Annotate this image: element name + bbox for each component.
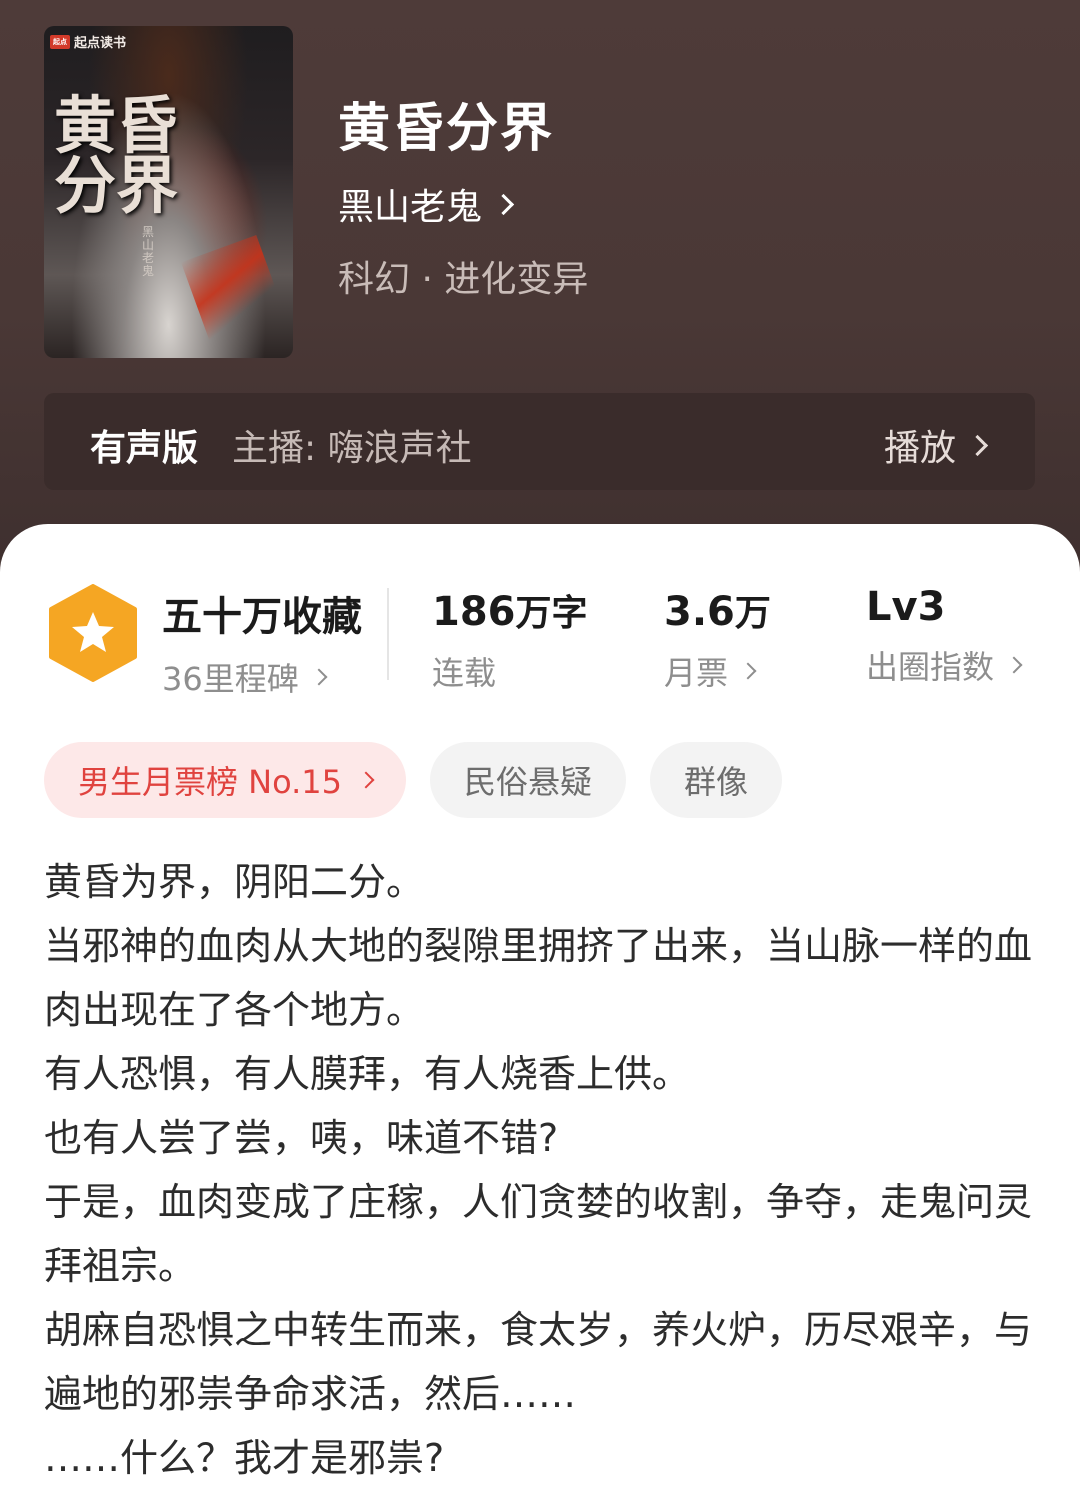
cover-artwork	[181, 235, 287, 347]
book-header: 起点 起点读书 黄昏分界 黑山老鬼 黄昏分界 黑山老鬼 科幻 · 进化变异 有声…	[0, 0, 1080, 560]
chevron-right-icon	[310, 668, 328, 686]
word-count-unit: 万字	[515, 593, 588, 634]
monthly-votes-unit: 万	[734, 593, 771, 634]
ranking-tag[interactable]: 男生月票榜 No.15	[44, 742, 407, 818]
popularity-level: Lv3	[866, 584, 946, 630]
serial-status: 连载	[432, 654, 497, 692]
chevron-right-icon	[966, 434, 989, 456]
synopsis-line: ……什么？我才是邪祟?	[44, 1436, 445, 1480]
synopsis-line: 当邪神的血肉从大地的裂隙里拥挤了出来，当山脉一样的血肉出现在了各个地方。	[44, 924, 1033, 1032]
synopsis[interactable]: 黄昏为界，阴阳二分。 当邪神的血肉从大地的裂隙里拥挤了出来，当山脉一样的血肉出现…	[44, 850, 1034, 1490]
play-button[interactable]: 播放	[883, 419, 989, 471]
genre-tag-folklore[interactable]: 民俗悬疑	[430, 742, 627, 818]
chevron-right-icon	[1005, 656, 1023, 674]
word-count-value: 186	[432, 589, 516, 635]
milestones-text: 36里程碑	[162, 660, 299, 698]
favorites-count: 五十万收藏	[162, 594, 362, 640]
cover-brand-logo: 起点 起点读书	[50, 32, 126, 51]
book-cover[interactable]: 起点 起点读书 黄昏分界 黑山老鬼	[44, 26, 293, 358]
tag-label: 群像	[684, 763, 749, 801]
synopsis-line: 有人恐惧，有人膜拜，有人烧香上供。	[44, 1052, 691, 1096]
synopsis-line: 于是，血肉变成了庄稼，人们贪婪的收割，争夺，走鬼问灵拜祖宗。	[44, 1180, 1033, 1288]
audio-edition-label: 有声版	[90, 428, 199, 469]
tag-label: 民俗悬疑	[464, 763, 593, 801]
audio-host: 主播: 嗨浪声社	[232, 428, 472, 469]
word-count-stat: 186万字 连载	[432, 584, 588, 694]
stats-divider	[387, 588, 389, 680]
author-link[interactable]: 黑山老鬼	[338, 178, 515, 230]
synopsis-line: 胡麻自恐惧之中转生而来，食太岁，养火炉，历尽艰辛，与遍地的邪祟争命求活，然后……	[44, 1308, 1033, 1416]
cover-title: 黄昏分界	[54, 89, 179, 222]
favorites-stat[interactable]: 五十万收藏 36里程碑	[162, 584, 362, 700]
genre-text: 科幻 · 进化变异	[338, 259, 589, 300]
chevron-right-icon	[357, 771, 375, 789]
monthly-votes-value: 3.6	[664, 589, 735, 635]
audio-edition-bar[interactable]: 有声版 主播: 嗨浪声社 播放	[44, 393, 1035, 490]
chevron-right-icon	[492, 193, 515, 215]
favorites-star-badge-icon	[49, 584, 137, 682]
synopsis-line: 黄昏为界，阴阳二分。	[44, 860, 425, 904]
monthly-votes-label: 月票	[664, 654, 729, 692]
cover-author: 黑山老鬼	[142, 225, 155, 278]
synopsis-line: 也有人尝了尝，咦，味道不错?	[44, 1116, 559, 1160]
ranking-tag-label: 男生月票榜 No.15	[78, 763, 343, 801]
tag-list: 男生月票榜 No.15 民俗悬疑 群像	[44, 742, 783, 818]
popularity-index-label: 出圈指数	[866, 648, 995, 686]
monthly-votes-stat[interactable]: 3.6万 月票	[664, 584, 771, 694]
chevron-right-icon	[739, 662, 757, 680]
milestones-link[interactable]: 36里程碑	[162, 654, 362, 700]
popularity-index-stat[interactable]: Lv3 出圈指数	[866, 584, 1023, 688]
play-label: 播放	[883, 428, 956, 469]
brand-mark-icon: 起点	[50, 34, 70, 49]
genre-tag-ensemble[interactable]: 群像	[650, 742, 783, 818]
book-title: 黄昏分界	[338, 99, 555, 159]
author-name: 黑山老鬼	[338, 187, 483, 228]
cover-brand-text: 起点读书	[74, 36, 127, 51]
